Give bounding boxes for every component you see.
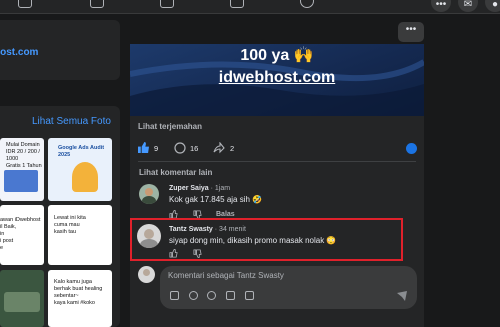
tile-text: i post — [0, 238, 14, 244]
comment-placeholder: Komentari sebagai Tantz Swasty — [168, 271, 284, 280]
shares-count: 2 — [230, 144, 235, 153]
hero-headline: 100 ya 🙌 — [240, 47, 314, 64]
tile-text: awan iDwebhost — [0, 217, 41, 223]
tile-text: kasih tau — [54, 229, 77, 235]
comment-time[interactable]: · 34 menit — [215, 226, 246, 233]
like-icon[interactable] — [138, 142, 149, 153]
comment-input[interactable]: Komentari sebagai Tantz Swasty — [160, 266, 417, 309]
avatar-sticker-icon[interactable] — [170, 291, 179, 300]
marketplace-icon[interactable] — [230, 0, 244, 8]
comment-author[interactable]: Zuper Saiya · 1jam — [169, 185, 230, 192]
comment-icon[interactable] — [174, 142, 186, 154]
tile-text: e — [0, 245, 4, 251]
intro-card: host.com — [0, 20, 120, 80]
comments-count: 16 — [190, 144, 199, 153]
tile-text: kaya kami #koko — [54, 300, 95, 306]
home-icon[interactable] — [18, 0, 32, 8]
author-name[interactable]: Zuper Saiya — [169, 185, 209, 192]
see-all-photos-link[interactable]: Lihat Semua Foto — [32, 116, 111, 127]
tile-text: Kalo kamu juga — [54, 279, 92, 285]
person-illustration — [72, 162, 98, 192]
comment-author[interactable]: Tantz Swasty · 34 menit — [169, 226, 246, 233]
groups-icon[interactable] — [160, 0, 174, 8]
gaming-icon[interactable] — [300, 0, 314, 8]
see-translation-link[interactable]: Lihat terjemahan — [138, 122, 202, 131]
tile-text: in — [0, 231, 5, 237]
photo-tile-4[interactable]: Lewat ini kita cuma mau kasih tau — [48, 205, 112, 265]
tile-text: IDR 20 / 200 / 1000 — [6, 149, 40, 162]
tile-text: il Baik, — [0, 224, 17, 230]
current-user-avatar — [138, 266, 155, 283]
photo-tile-2[interactable]: Google Ads Audit 2025 — [48, 138, 112, 201]
see-other-comments-link[interactable]: Lihat komentar lain — [139, 168, 212, 177]
thumbs-down-icon[interactable] — [193, 249, 202, 258]
tile-text: Gratis 1 Tahun — [6, 163, 42, 169]
post-card: 100 ya 🙌 idwebhost.com Lihat terjemahan … — [130, 44, 424, 327]
tile-text: Lewat ini kita — [54, 215, 86, 221]
post-more-button[interactable]: ••• — [398, 22, 424, 42]
avatar[interactable] — [139, 184, 159, 204]
avatar[interactable] — [137, 224, 161, 248]
tile-text: sebentar~ — [54, 293, 79, 299]
photo-tile-5[interactable] — [0, 270, 44, 327]
sticker-icon[interactable] — [245, 291, 254, 300]
hero-site-text: idwebhost.com — [218, 69, 336, 86]
photo-tile-6[interactable]: Kalo kamu juga berhak buat healing sebenta… — [48, 270, 112, 327]
thumbs-up-icon[interactable] — [169, 249, 178, 258]
photo-tile-3[interactable]: awan iDwebhost il Baik, in i post e — [0, 205, 44, 265]
laptop-illustration — [4, 170, 38, 192]
photo-tile-1[interactable]: Mulai Domain IDR 20 / 200 / 1000 Gratis 1 … — [0, 138, 44, 201]
comment-text: Kok gak 17.845 aja sih 🤣 — [169, 195, 263, 204]
comment-time[interactable]: · 1jam — [211, 185, 230, 192]
group-photo — [4, 292, 40, 312]
gif-icon[interactable] — [226, 291, 235, 300]
divider — [138, 161, 416, 162]
menu-grid-icon[interactable]: ••• — [431, 0, 451, 12]
top-navigation-bar: ••• ✉ ● — [0, 0, 500, 14]
comment-text: siyap dong min, dikasih promo masak nola… — [169, 236, 337, 245]
tile-text: cuma mau — [54, 222, 80, 228]
tile-text: Google Ads Audit 2025 — [58, 145, 105, 158]
reply-button[interactable]: Balas — [216, 211, 235, 218]
post-image[interactable]: 100 ya 🙌 idwebhost.com — [130, 44, 424, 116]
website-link[interactable]: host.com — [0, 47, 38, 58]
emoji-icon[interactable] — [207, 291, 216, 300]
share-icon[interactable] — [213, 142, 225, 154]
camera-icon[interactable] — [189, 291, 198, 300]
tile-text: berhak buat healing — [54, 286, 103, 292]
video-icon[interactable] — [90, 0, 104, 8]
author-name[interactable]: Tantz Swasty — [169, 226, 213, 233]
messenger-icon[interactable]: ✉ — [458, 0, 478, 12]
like-reaction-badge-icon[interactable] — [406, 143, 417, 154]
send-icon[interactable] — [397, 291, 407, 301]
tile-text: Mulai Domain — [6, 142, 40, 148]
notifications-icon[interactable]: ● — [485, 0, 500, 12]
likes-count: 9 — [154, 144, 159, 153]
